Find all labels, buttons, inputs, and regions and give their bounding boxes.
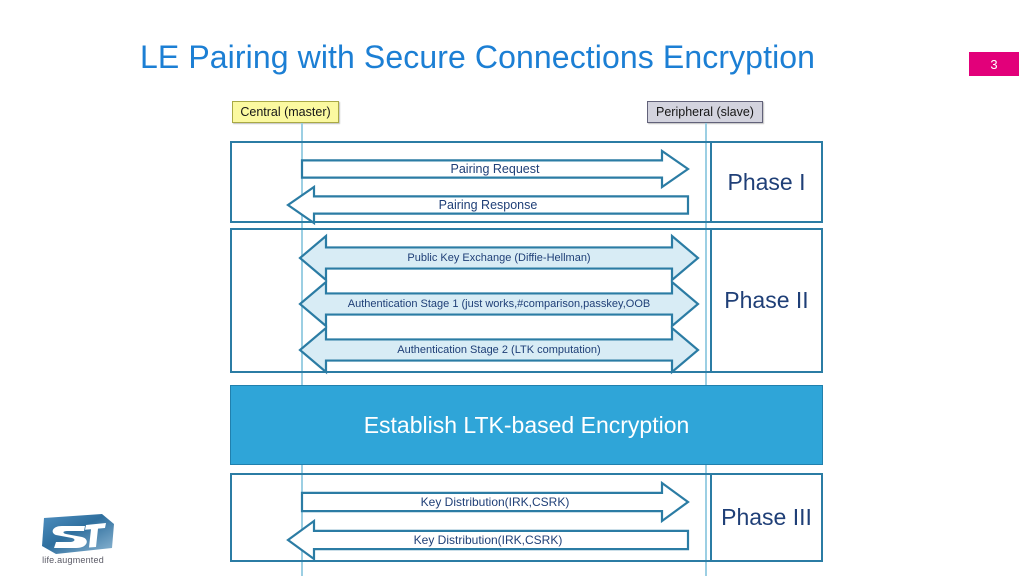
message-arrow: Key Distribution(IRK,CSRK) <box>300 480 690 524</box>
phase-box-3: Key Distribution(IRK,CSRK) Key Distributi… <box>230 473 823 562</box>
phase-3-messages: Key Distribution(IRK,CSRK) Key Distributi… <box>232 475 710 562</box>
phase-2-messages: Public Key Exchange (Diffie-Hellman) Auth… <box>232 230 710 375</box>
role-box-peripheral: Peripheral (slave) <box>647 101 763 123</box>
st-logo-tagline: life.augmented <box>42 555 104 565</box>
phase-box-1: Pairing Request Pairing Response Phase I <box>230 141 823 226</box>
phase-3-label: Phase III <box>721 504 812 530</box>
message-arrow: Authentication Stage 1 (just works,#comp… <box>298 279 700 329</box>
message-arrow: Authentication Stage 2 (LTK computation) <box>298 325 700 375</box>
message-arrow: Key Distribution(IRK,CSRK) <box>286 518 690 562</box>
message-arrow: Pairing Response <box>286 184 690 226</box>
phase-box-2: Public Key Exchange (Diffie-Hellman) Auth… <box>230 228 823 375</box>
phase-1-label: Phase I <box>727 168 806 195</box>
encryption-banner: Establish LTK-based Encryption <box>230 385 823 465</box>
phase-1-messages: Pairing Request Pairing Response <box>232 143 710 226</box>
message-arrow: Pairing Request <box>300 148 690 190</box>
page-title: LE Pairing with Secure Connections Encry… <box>140 39 816 75</box>
slide-canvas: LE Pairing with Secure Connections Encry… <box>0 0 1024 576</box>
message-arrow: Public Key Exchange (Diffie-Hellman) <box>298 233 700 283</box>
page-number-badge: 3 <box>969 52 1019 76</box>
role-box-central: Central (master) <box>232 101 339 123</box>
phase-2-label: Phase II <box>724 287 809 313</box>
